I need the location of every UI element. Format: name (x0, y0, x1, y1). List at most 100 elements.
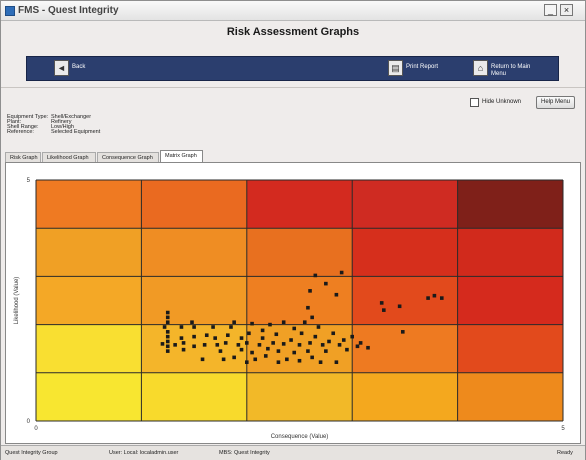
x-axis-label: Consequence (Value) (271, 434, 329, 440)
data-point (218, 349, 223, 353)
data-point (253, 357, 258, 362)
matrix-cell (246, 228, 353, 277)
x-tick-label: 5 (561, 426, 565, 432)
data-point (334, 360, 339, 364)
data-point (339, 270, 344, 275)
data-point (165, 349, 170, 353)
data-point (310, 355, 314, 360)
data-point (306, 305, 310, 310)
data-point (250, 321, 254, 326)
matrix-cell (457, 180, 563, 229)
data-point (165, 339, 170, 344)
data-point (247, 331, 251, 336)
data-point (266, 346, 270, 351)
data-point (192, 334, 196, 339)
data-point (426, 296, 430, 300)
data-point (299, 331, 304, 336)
data-point (327, 339, 331, 344)
data-point (324, 281, 328, 286)
page-title: Risk Assessment Graphs (226, 26, 360, 38)
data-point (281, 342, 286, 346)
status-company: Quest Integrity Group (5, 450, 58, 456)
data-point (223, 341, 228, 345)
data-point (355, 344, 360, 349)
data-point (192, 344, 196, 349)
app-icon (5, 6, 15, 16)
home-icon: ⌂ (473, 60, 488, 76)
title-bar[interactable]: FMS - Quest Integrity _ × (1, 1, 585, 21)
data-point (192, 325, 196, 329)
x-tick-label: 0 (34, 426, 38, 432)
data-point (162, 325, 167, 329)
checkbox-label: Hide Unknown (482, 99, 522, 105)
data-point (221, 357, 226, 362)
minimize-icon[interactable]: _ (544, 4, 557, 16)
status-app: MBS: Quest Integrity (219, 450, 270, 456)
data-point (239, 336, 244, 340)
data-point (260, 336, 265, 340)
chart-panel: 0 5 0 5 Consequence (Value) Likelihood (Value… (5, 163, 581, 444)
data-point (350, 334, 354, 339)
data-point (165, 310, 170, 315)
data-point (308, 289, 312, 293)
data-point (310, 315, 314, 320)
matrix-cell (141, 228, 247, 277)
data-point (313, 334, 318, 339)
matrix-cell (246, 180, 353, 229)
matrix-cell (246, 372, 353, 421)
data-point (308, 341, 312, 345)
back-arrow-icon: ◄ (54, 60, 69, 76)
data-point (250, 350, 254, 355)
print-label: Print Report (406, 64, 439, 70)
matrix-cell (457, 324, 563, 373)
data-point (289, 338, 293, 342)
data-point (204, 333, 209, 338)
matrix-cell (457, 228, 563, 277)
matrix-cell (352, 228, 458, 277)
matrix-cell (36, 228, 142, 277)
checkbox-box[interactable] (470, 98, 479, 107)
separator (1, 87, 585, 88)
data-point (292, 326, 297, 331)
matrix-cell (141, 276, 247, 325)
window-title: FMS - Quest Integrity (18, 5, 119, 16)
y-axis-label: Likelihood (Value) (14, 277, 20, 325)
matrix-cell (457, 276, 563, 325)
data-point (306, 349, 310, 353)
data-point (320, 343, 325, 347)
data-point (181, 347, 186, 352)
matrix-cell (352, 180, 458, 229)
data-point (179, 325, 184, 329)
app-window: FMS - Quest Integrity _ × Risk Assessmen… (0, 0, 586, 460)
data-point (292, 350, 297, 355)
data-point (229, 325, 233, 329)
data-point (226, 333, 230, 338)
data-point (202, 343, 207, 347)
data-point (260, 328, 265, 333)
matrix-cell (36, 276, 142, 325)
data-point (165, 334, 170, 339)
data-point (285, 357, 289, 362)
data-point (276, 360, 281, 364)
data-point (297, 358, 302, 363)
risk-matrix-chart: 0 5 0 5 Consequence (Value) Likelihood (Value… (14, 178, 565, 440)
data-point (318, 360, 323, 364)
matrix-cell (141, 180, 247, 229)
data-point (397, 304, 402, 309)
data-point (274, 332, 279, 337)
help-menu-button[interactable]: Help Menu (536, 96, 575, 109)
data-point (179, 336, 184, 340)
data-point (213, 336, 217, 340)
data-point (345, 347, 349, 352)
data-point (215, 343, 220, 347)
data-point (236, 343, 241, 347)
data-point (165, 344, 170, 349)
close-icon[interactable]: × (560, 4, 573, 16)
data-point (211, 325, 215, 329)
data-point (181, 341, 186, 345)
data-point (257, 343, 262, 347)
data-point (165, 315, 170, 320)
data-point (263, 354, 268, 358)
equipment-info: Equipment Type: Shell/Exchanger Plant: Ref… (7, 114, 101, 135)
info-row: Reference: Selected Equipment (7, 129, 101, 135)
